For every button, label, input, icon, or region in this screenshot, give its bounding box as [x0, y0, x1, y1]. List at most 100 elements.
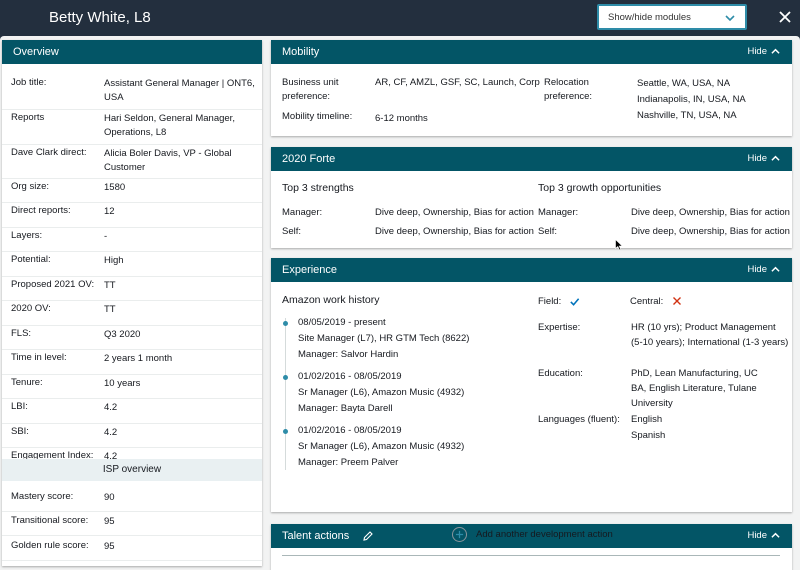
mobility-timeline-label: Mobility timeline: — [282, 111, 353, 122]
cross-icon — [673, 297, 681, 305]
mobility-title: Mobility — [282, 46, 320, 58]
add-action-label[interactable]: Add another development action — [476, 528, 613, 542]
experience-header: Experience Hide — [271, 258, 792, 282]
chevron-up-icon — [771, 266, 780, 272]
overview-panel: Overview Job title: Assistant General Man… — [2, 40, 262, 566]
bu-pref-value: AR, CF, AMZL, GSF, SC, Launch, Corp — [375, 77, 540, 88]
overview-key: Dave Clark direct: — [11, 147, 87, 158]
history-dates: 08/05/2019 - present — [298, 317, 386, 328]
chevron-up-icon — [771, 155, 780, 161]
overview-value: TT — [104, 280, 116, 291]
overview-value: 12 — [104, 206, 115, 217]
overview-key: Proposed 2021 OV: — [11, 279, 95, 290]
isp-value: 90 — [104, 492, 115, 503]
forte-hide-toggle[interactable]: Hide — [747, 153, 780, 164]
overview-row: LBI: 4.2 — [2, 399, 262, 424]
overview-row: Reports Hari Seldon, General Manager, Ope… — [2, 110, 262, 145]
overview-row: Potential: High — [2, 252, 262, 277]
close-icon[interactable] — [777, 9, 793, 25]
overview-row: Time in level: 2 years 1 month — [2, 350, 262, 375]
overview-value: 4.2 — [104, 402, 118, 413]
isp-row: Golden rule score: 95 — [2, 537, 262, 561]
overview-key: 2020 OV: — [11, 303, 51, 314]
education-value: PhD, Lean Manufacturing, UC BA, English … — [631, 368, 758, 409]
work-history-title: Amazon work history — [282, 294, 380, 306]
isp-value: 95 — [104, 541, 115, 552]
overview-row: Direct reports: 12 — [2, 203, 262, 228]
bu-pref-label: Business unit preference: — [282, 77, 339, 102]
isp-overview-header: ISP overview — [2, 459, 262, 481]
forte-panel: 2020 Forte Hide Top 3 strengths Manager:… — [271, 147, 792, 248]
strengths-manager-value: Dive deep, Ownership, Bias for action — [375, 207, 534, 218]
overview-row: SBI: 4.2 — [2, 424, 262, 448]
plus-icon — [455, 530, 464, 539]
isp-key: Transitional score: — [11, 515, 89, 526]
timeline-dot — [283, 429, 288, 434]
overview-key: LBI: — [11, 401, 28, 412]
overview-key: Direct reports: — [11, 205, 71, 216]
timeline-dot — [283, 321, 288, 326]
history-role: Site Manager (L7), HR GTM Tech (8622) — [298, 333, 470, 344]
experience-hide-toggle[interactable]: Hide — [747, 264, 780, 275]
chevron-up-icon — [771, 48, 780, 54]
timeline-line — [285, 318, 286, 470]
education-label: Education: — [538, 368, 583, 379]
expertise-value: HR (10 yrs); Product Management (5-10 ye… — [631, 322, 789, 348]
expertise-label: Expertise: — [538, 322, 581, 333]
overview-key: Tenure: — [11, 377, 43, 388]
growth-manager-value: Dive deep, Ownership, Bias for action — [631, 207, 790, 218]
hide-label: Hide — [747, 153, 767, 164]
mobility-hide-toggle[interactable]: Hide — [747, 46, 780, 57]
top-bar: Betty White, L8 Show/hide modules — [0, 0, 800, 36]
overview-value: 10 years — [104, 378, 141, 389]
overview-value: - — [104, 231, 108, 242]
overview-key: Potential: — [11, 254, 51, 265]
isp-row: Mastery score: 90 — [2, 488, 262, 512]
growth-self-label: Self: — [538, 226, 558, 237]
isp-value: 95 — [104, 516, 115, 527]
divider — [282, 555, 780, 556]
growth-self-value: Dive deep, Ownership, Bias for action — [631, 226, 790, 237]
show-hide-modules-select[interactable]: Show/hide modules — [597, 4, 747, 30]
overview-key: FLS: — [11, 328, 32, 339]
forte-header: 2020 Forte Hide — [271, 147, 792, 171]
overview-value: Hari Seldon, General Manager, Operations… — [104, 113, 235, 138]
overview-key: SBI: — [11, 426, 29, 437]
growth-manager-label: Manager: — [538, 207, 579, 218]
mobility-header: Mobility Hide — [271, 40, 792, 64]
overview-row: Layers: - — [2, 228, 262, 252]
overview-row: Org size: 1580 — [2, 179, 262, 203]
timeline-dot — [283, 375, 288, 380]
isp-row: Transitional score: 95 — [2, 512, 262, 536]
languages-value: English Spanish — [631, 414, 666, 441]
languages-label: Languages (fluent): — [538, 414, 620, 425]
overview-value: 2 years 1 month — [104, 353, 173, 364]
history-dates: 01/02/2016 - 08/05/2019 — [298, 371, 402, 382]
relocation-label: Relocation preference: — [544, 77, 593, 102]
strengths-manager-label: Manager: — [282, 207, 323, 218]
overview-key: Reports — [11, 112, 45, 123]
overview-header: Overview — [2, 40, 262, 64]
mobility-panel: Mobility Hide Business unit preference: A… — [271, 40, 792, 136]
history-manager: Manager: Salvor Hardin — [298, 349, 399, 360]
overview-key: Org size: — [11, 181, 50, 192]
chevron-down-icon — [725, 15, 735, 22]
history-manager: Manager: Preem Palver — [298, 457, 399, 468]
experience-title: Experience — [282, 264, 338, 276]
checkmark-icon — [570, 298, 580, 306]
strengths-self-label: Self: — [282, 226, 302, 237]
overview-row: Tenure: 10 years — [2, 375, 262, 399]
add-action-button[interactable] — [452, 527, 467, 542]
talent-body: Add another development action — [271, 524, 792, 570]
forte-title: 2020 Forte — [282, 153, 336, 165]
strengths-self-value: Dive deep, Ownership, Bias for action — [375, 226, 534, 237]
history-role: Sr Manager (L6), Amazon Music (4932) — [298, 387, 465, 398]
select-label: Show/hide modules — [608, 12, 691, 23]
overview-row: Dave Clark direct: Alicia Boler Davis, VP… — [2, 145, 262, 179]
mouse-cursor-icon — [615, 239, 623, 251]
overview-key: Time in level: — [11, 352, 67, 363]
mobility-timeline-value: 6-12 months — [375, 113, 428, 124]
overview-title: Overview — [13, 46, 59, 58]
history-item: 01/02/2016 - 08/05/2019 Sr Manager (L6),… — [298, 423, 464, 471]
overview-value: High — [104, 255, 124, 266]
